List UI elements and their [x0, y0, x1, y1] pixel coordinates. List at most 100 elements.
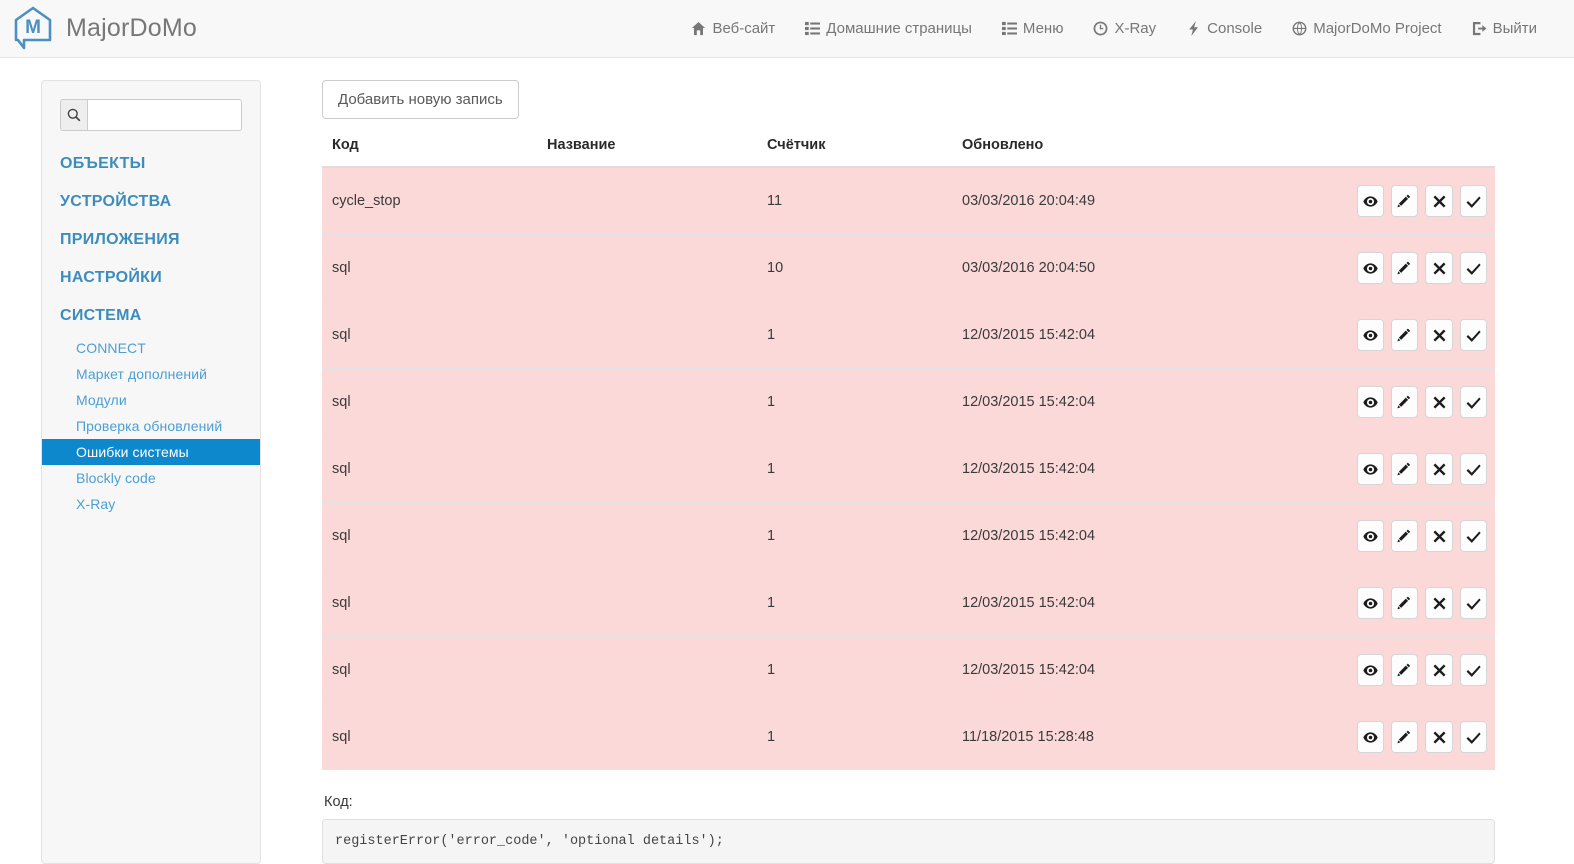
cell-updated: 12/03/2015 15:42:04 [962, 302, 1357, 369]
nav-item-majordomo-project[interactable]: MajorDoMo Project [1277, 12, 1456, 45]
nav-item-console[interactable]: Console [1171, 12, 1277, 45]
table-row: cycle_stop1103/03/2016 20:04:49 [322, 167, 1495, 235]
cell-counter: 1 [767, 436, 962, 503]
search-button[interactable] [60, 99, 87, 131]
check-icon [1466, 529, 1481, 544]
cell-updated: 12/03/2015 15:42:04 [962, 637, 1357, 704]
view-button[interactable] [1357, 654, 1384, 686]
sidebar-subitem-xray[interactable]: X-Ray [42, 491, 260, 517]
confirm-button[interactable] [1460, 520, 1487, 552]
confirm-button[interactable] [1460, 587, 1487, 619]
confirm-button[interactable] [1460, 185, 1487, 217]
clock-icon [1093, 21, 1108, 36]
nav-item-logout[interactable]: Выйти [1457, 12, 1552, 45]
cell-counter: 11 [767, 167, 962, 235]
nav-item-menu[interactable]: Меню [987, 12, 1079, 45]
code-label: Код: [324, 794, 1495, 810]
confirm-button[interactable] [1460, 721, 1487, 753]
sidebar-subitem-connect[interactable]: CONNECT [42, 335, 260, 361]
eye-icon [1363, 261, 1378, 276]
cell-name [547, 436, 767, 503]
cell-updated: 12/03/2015 15:42:04 [962, 503, 1357, 570]
check-icon [1466, 663, 1481, 678]
cell-code: sql [322, 235, 547, 302]
cell-updated: 12/03/2015 15:42:04 [962, 436, 1357, 503]
confirm-button[interactable] [1460, 654, 1487, 686]
cross-icon [1432, 194, 1447, 209]
cell-actions [1357, 167, 1495, 235]
cross-icon [1432, 395, 1447, 410]
edit-button[interactable] [1391, 185, 1418, 217]
delete-button[interactable] [1425, 587, 1452, 619]
nav-item-xray[interactable]: X-Ray [1078, 12, 1171, 45]
sidebar-item-applications[interactable]: ПРИЛОЖЕНИЯ [42, 221, 260, 259]
confirm-button[interactable] [1460, 252, 1487, 284]
edit-button[interactable] [1391, 252, 1418, 284]
row-action-group [1357, 252, 1487, 284]
pencil-icon [1397, 261, 1412, 276]
edit-button[interactable] [1391, 654, 1418, 686]
sidebar-subitem-system-errors[interactable]: Ошибки системы [42, 439, 260, 465]
delete-button[interactable] [1425, 453, 1452, 485]
table-row: sql112/03/2015 15:42:04 [322, 570, 1495, 637]
sidebar-subitem-addons-market[interactable]: Маркет дополнений [42, 361, 260, 387]
sidebar-item-objects[interactable]: ОБЪЕКТЫ [42, 145, 260, 183]
sidebar-subitem-blockly-code[interactable]: Blockly code [42, 465, 260, 491]
edit-button[interactable] [1391, 587, 1418, 619]
nav-item-website[interactable]: Веб-сайт [676, 12, 790, 45]
confirm-button[interactable] [1460, 453, 1487, 485]
confirm-button[interactable] [1460, 386, 1487, 418]
cell-updated: 11/18/2015 15:28:48 [962, 704, 1357, 771]
view-button[interactable] [1357, 453, 1384, 485]
edit-button[interactable] [1391, 520, 1418, 552]
view-button[interactable] [1357, 721, 1384, 753]
nav-label: X-Ray [1114, 20, 1156, 37]
eye-icon [1363, 730, 1378, 745]
view-button[interactable] [1357, 386, 1384, 418]
delete-button[interactable] [1425, 185, 1452, 217]
delete-button[interactable] [1425, 654, 1452, 686]
delete-button[interactable] [1425, 386, 1452, 418]
table-row: sql 112/03/2015 15:42:04 [322, 436, 1495, 503]
edit-button[interactable] [1391, 721, 1418, 753]
sidebar-item-devices[interactable]: УСТРОЙСТВА [42, 183, 260, 221]
nav-item-home-pages[interactable]: Домашние страницы [790, 12, 987, 45]
pencil-icon [1397, 194, 1412, 209]
pencil-icon [1397, 395, 1412, 410]
delete-button[interactable] [1425, 721, 1452, 753]
view-button[interactable] [1357, 319, 1384, 351]
search-input[interactable] [87, 99, 242, 131]
nav-label: Меню [1023, 20, 1064, 37]
column-header-actions [1357, 137, 1495, 167]
row-action-group [1357, 721, 1487, 753]
cell-name [547, 704, 767, 771]
sidebar-item-system[interactable]: СИСТЕМА [42, 297, 260, 335]
page-body: ОБЪЕКТЫ УСТРОЙСТВА ПРИЛОЖЕНИЯ НАСТРОЙКИ … [0, 58, 1574, 864]
confirm-button[interactable] [1460, 319, 1487, 351]
column-header-counter: Счётчик [767, 137, 962, 167]
cell-updated: 12/03/2015 15:42:04 [962, 570, 1357, 637]
sidebar-search [60, 99, 242, 131]
delete-button[interactable] [1425, 252, 1452, 284]
eye-icon [1363, 395, 1378, 410]
sidebar-subitem-check-updates[interactable]: Проверка обновлений [42, 413, 260, 439]
sidebar-subitem-modules[interactable]: Модули [42, 387, 260, 413]
check-icon [1466, 395, 1481, 410]
view-button[interactable] [1357, 587, 1384, 619]
edit-button[interactable] [1391, 453, 1418, 485]
add-new-record-button[interactable]: Добавить новую запись [322, 80, 519, 119]
delete-button[interactable] [1425, 520, 1452, 552]
cell-name [547, 503, 767, 570]
cell-actions [1357, 235, 1495, 302]
edit-button[interactable] [1391, 386, 1418, 418]
view-button[interactable] [1357, 185, 1384, 217]
eye-icon [1363, 663, 1378, 678]
delete-button[interactable] [1425, 319, 1452, 351]
view-button[interactable] [1357, 252, 1384, 284]
brand-logo-link[interactable]: M MajorDoMo [12, 6, 197, 52]
view-button[interactable] [1357, 520, 1384, 552]
code-snippet: registerError('error_code', 'optional de… [322, 819, 1495, 864]
cell-code: sql [322, 436, 547, 503]
edit-button[interactable] [1391, 319, 1418, 351]
sidebar-item-settings[interactable]: НАСТРОЙКИ [42, 259, 260, 297]
